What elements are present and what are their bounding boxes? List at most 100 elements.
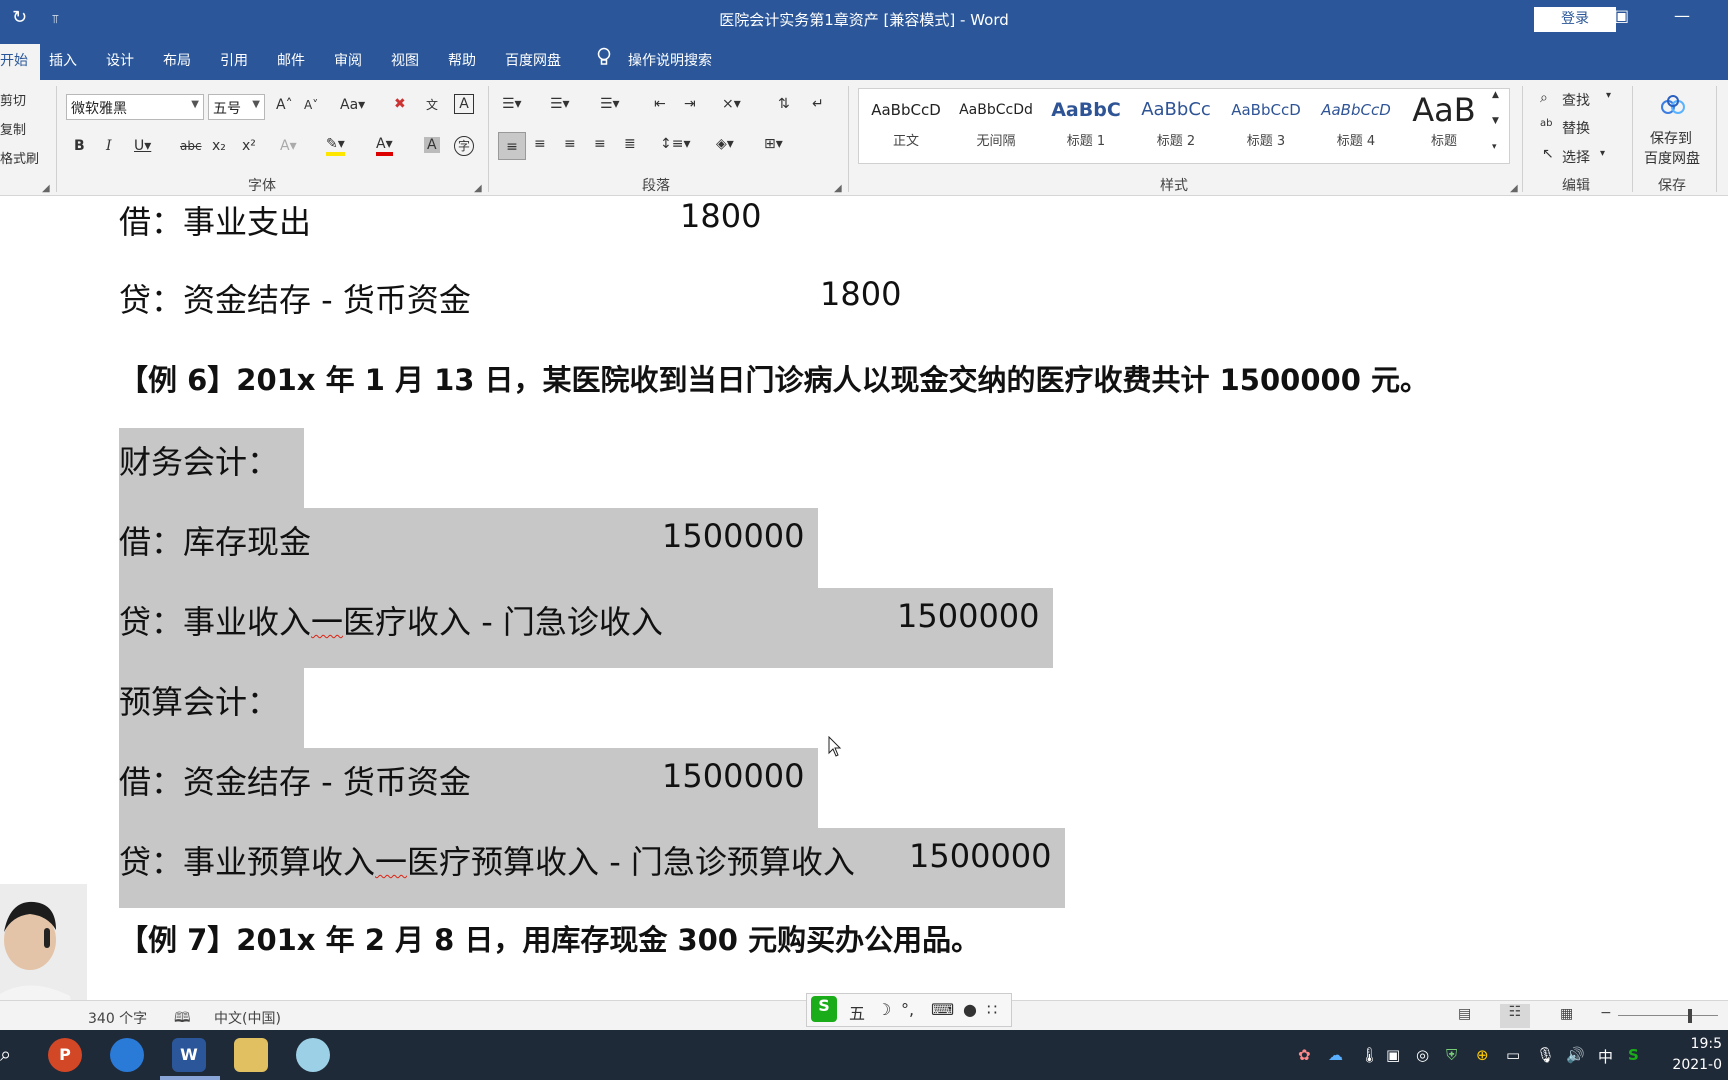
font-name-combo[interactable]: 微软雅黑 ▼: [66, 94, 204, 120]
style-normal[interactable]: AaBbCcD 正文: [862, 90, 950, 164]
text-effects-icon[interactable]: A▾: [280, 138, 297, 154]
underline-icon[interactable]: U▾: [134, 138, 151, 154]
shading-icon[interactable]: ◈▾: [716, 136, 734, 152]
align-left-icon[interactable]: ≡: [498, 132, 526, 160]
chevron-down-icon[interactable]: ▾: [1600, 148, 1605, 159]
borders-icon[interactable]: ⊞▾: [764, 136, 783, 152]
increase-indent-icon[interactable]: ⇥: [684, 96, 696, 112]
save-to-netdisk-line2[interactable]: 百度网盘: [1644, 148, 1700, 168]
paint-app-icon[interactable]: [234, 1038, 268, 1072]
sort-icon[interactable]: ⇅: [778, 96, 790, 112]
character-shading-icon[interactable]: A: [424, 137, 440, 153]
paragraph-dialog-launcher-icon[interactable]: ◢: [834, 183, 842, 194]
clipboard-dialog-launcher-icon[interactable]: ◢: [42, 183, 50, 194]
input-language[interactable]: 中: [1598, 1046, 1613, 1067]
tray-icon[interactable]: ✿: [1298, 1046, 1311, 1064]
search-icon[interactable]: ⌕: [0, 1042, 11, 1066]
phonetic-guide-icon[interactable]: 文: [426, 96, 438, 113]
temperature-icon[interactable]: 🌡: [1360, 1046, 1379, 1064]
cut-button[interactable]: 剪切: [0, 90, 26, 109]
bullets-icon[interactable]: ☰▾: [502, 96, 522, 112]
app-icon[interactable]: [110, 1038, 144, 1072]
login-button[interactable]: 登录: [1534, 7, 1616, 32]
language-indicator[interactable]: 中文(中国): [214, 1008, 281, 1028]
ribbon-display-options-icon[interactable]: ▣: [1614, 6, 1629, 25]
web-layout-icon[interactable]: ▦: [1560, 1006, 1573, 1022]
justify-icon[interactable]: ≡: [594, 136, 606, 152]
zoom-slider-thumb[interactable]: [1688, 1009, 1692, 1023]
save-to-netdisk-line1[interactable]: 保存到: [1650, 128, 1692, 148]
tray-icon[interactable]: ⊕: [1476, 1046, 1489, 1064]
punctuation-icon[interactable]: °,: [901, 1000, 914, 1019]
italic-icon[interactable]: I: [106, 138, 112, 154]
tab-view[interactable]: 视图: [391, 50, 419, 70]
zoom-slider[interactable]: [1618, 1015, 1718, 1016]
tray-icon[interactable]: ▣: [1386, 1046, 1400, 1064]
align-center-icon[interactable]: ≡: [534, 136, 546, 152]
tab-help[interactable]: 帮助: [448, 50, 476, 70]
style-heading-3[interactable]: AaBbCcD 标题 3: [1222, 90, 1310, 164]
tab-insert[interactable]: 插入: [49, 50, 77, 70]
decrease-indent-icon[interactable]: ⇤: [654, 96, 666, 112]
onedrive-icon[interactable]: ☁: [1328, 1046, 1343, 1064]
align-right-icon[interactable]: ≡: [564, 136, 576, 152]
ime-mode[interactable]: 五: [849, 1000, 865, 1024]
zoom-out-icon[interactable]: −: [1600, 1005, 1612, 1021]
strikethrough-icon[interactable]: abc: [180, 139, 202, 153]
microphone-icon[interactable]: 🎙: [1536, 1046, 1555, 1064]
style-heading-1[interactable]: AaBbC 标题 1: [1042, 90, 1130, 164]
styles-scroll-up-icon[interactable]: ▲: [1492, 90, 1499, 100]
tab-baidu-netdisk[interactable]: 百度网盘: [505, 50, 561, 70]
style-heading-2[interactable]: AaBbCc 标题 2: [1132, 90, 1220, 164]
apps-grid-icon[interactable]: ∷: [987, 1000, 997, 1019]
style-heading-4[interactable]: AaBbCcD 标题 4: [1312, 90, 1400, 164]
change-case-icon[interactable]: Aa▾: [340, 97, 365, 113]
tab-home[interactable]: 开始: [0, 44, 40, 80]
bold-icon[interactable]: B: [74, 138, 85, 154]
print-layout-icon[interactable]: ☷: [1500, 1004, 1530, 1028]
document-page[interactable]: 借：事业支出 1800 贷：资金结存 - 货币资金 1800 【例 6】201x…: [0, 197, 1728, 1000]
tab-design[interactable]: 设计: [106, 50, 134, 70]
show-marks-icon[interactable]: ↵: [812, 96, 824, 112]
tell-me-search[interactable]: 操作说明搜索: [628, 50, 712, 70]
minimize-icon[interactable]: —: [1674, 6, 1690, 25]
moon-icon[interactable]: ☽: [877, 1000, 891, 1019]
copy-button[interactable]: 复制: [0, 119, 26, 138]
replace-button[interactable]: 替换: [1562, 118, 1590, 138]
keyboard-icon[interactable]: ⌨: [931, 1000, 954, 1019]
subscript-icon[interactable]: x₂: [212, 138, 226, 154]
character-border-icon[interactable]: A: [454, 94, 474, 114]
tab-review[interactable]: 审阅: [334, 50, 362, 70]
shrink-font-icon[interactable]: A˅: [304, 98, 318, 112]
system-clock[interactable]: 19:5 2021-0: [1672, 1034, 1722, 1076]
word-app-icon[interactable]: W: [172, 1038, 206, 1072]
format-painter-button[interactable]: 格式刷: [0, 148, 39, 167]
find-button[interactable]: 查找: [1562, 90, 1590, 110]
style-title[interactable]: AaB 标题: [1400, 90, 1488, 164]
read-mode-icon[interactable]: ▤: [1458, 1006, 1471, 1022]
styles-more-icon[interactable]: ▾: [1492, 142, 1497, 152]
sogou-logo-icon[interactable]: S: [811, 996, 837, 1022]
tab-layout[interactable]: 布局: [163, 50, 191, 70]
superscript-icon[interactable]: x²: [242, 138, 256, 154]
user-icon[interactable]: ●: [963, 1000, 977, 1019]
sogou-tray-icon[interactable]: S: [1628, 1046, 1639, 1064]
select-button[interactable]: 选择: [1562, 147, 1590, 167]
volume-icon[interactable]: 🔊: [1566, 1046, 1585, 1064]
chinese-layout-icon[interactable]: ⨯▾: [722, 96, 741, 112]
styles-dialog-launcher-icon[interactable]: ◢: [1510, 183, 1518, 194]
tab-mailings[interactable]: 邮件: [277, 50, 305, 70]
network-icon[interactable]: ▭: [1506, 1046, 1520, 1064]
style-no-spacing[interactable]: AaBbCcDd 无间隔: [952, 90, 1040, 164]
font-size-combo[interactable]: 五号 ▼: [208, 94, 265, 120]
chevron-down-icon[interactable]: ▾: [1606, 90, 1611, 101]
font-color-icon[interactable]: A▾: [376, 136, 393, 156]
font-dialog-launcher-icon[interactable]: ◢: [474, 183, 482, 194]
multilevel-list-icon[interactable]: ☰▾: [600, 96, 620, 112]
line-spacing-icon[interactable]: ↕≡▾: [660, 136, 691, 152]
grow-font-icon[interactable]: A˄: [276, 97, 293, 113]
numbering-icon[interactable]: ☰▾: [550, 96, 570, 112]
proofing-icon[interactable]: 🕮: [174, 1007, 191, 1031]
app-icon[interactable]: [296, 1038, 330, 1072]
tab-references[interactable]: 引用: [220, 50, 248, 70]
